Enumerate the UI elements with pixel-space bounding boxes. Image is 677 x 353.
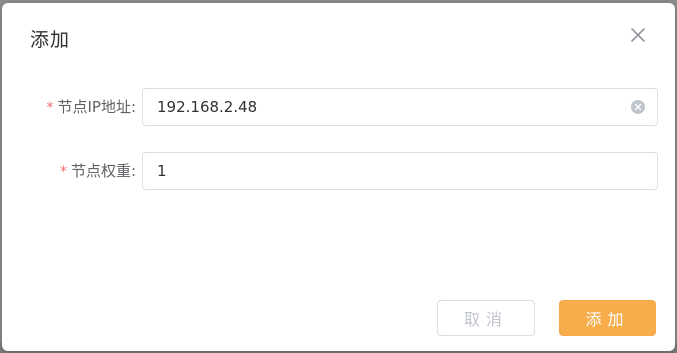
close-icon (626, 23, 650, 47)
node-weight-input[interactable] (157, 153, 617, 189)
dialog-title: 添加 (30, 29, 71, 51)
ip-address-input[interactable] (157, 89, 617, 125)
cancel-button[interactable]: 取消 (437, 300, 535, 336)
weight-field-label: * 节点权重: (32, 152, 136, 190)
ip-form-row: * 节点IP地址: (2, 88, 675, 126)
weight-form-row: * 节点权重: (2, 152, 675, 190)
add-button[interactable]: 添加 (559, 300, 656, 336)
clear-circle-icon[interactable] (631, 100, 645, 114)
ip-field-label: * 节点IP地址: (32, 88, 136, 126)
close-button[interactable] (626, 23, 650, 47)
required-star: * (59, 164, 67, 180)
add-node-dialog: 添加 *节点IP地址: *节点权重: 取消 (2, 3, 675, 351)
weight-label-text: 节点权重: (70, 162, 136, 180)
ip-label-text: 节点IP地址: (57, 98, 136, 116)
weight-input-wrapper (142, 152, 658, 190)
ip-input-wrapper (142, 88, 658, 126)
required-star: * (46, 100, 54, 116)
